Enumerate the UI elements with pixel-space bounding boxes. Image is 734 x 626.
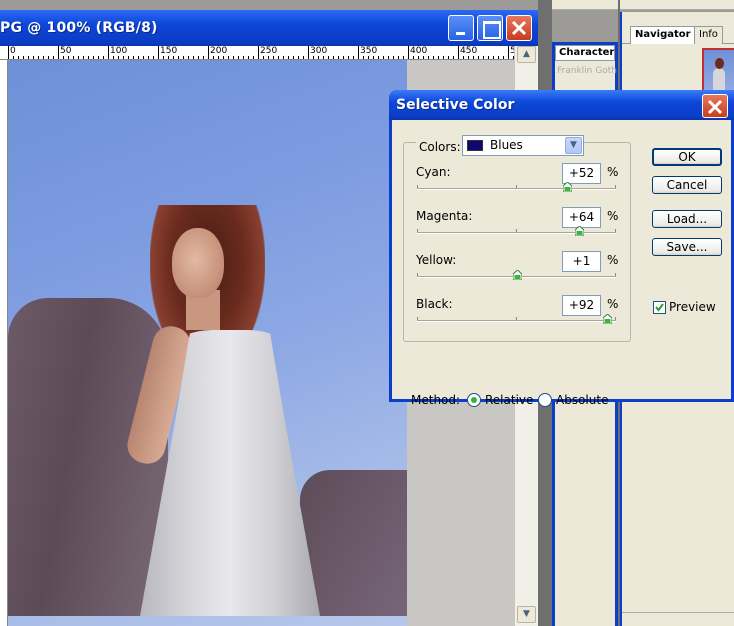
ruler-label: 450 <box>460 46 478 56</box>
chevron-down-icon[interactable]: ▼ <box>565 137 582 154</box>
slider-thumb[interactable] <box>562 181 573 193</box>
slider-thumb[interactable] <box>512 269 523 281</box>
close-button[interactable] <box>506 15 532 41</box>
thumbnail-head <box>715 58 724 69</box>
scroll-down-icon[interactable]: ▼ <box>517 606 536 623</box>
load-button[interactable]: Load... <box>652 210 722 228</box>
top-strip <box>538 0 734 10</box>
navigator-tabs: Navigator Info <box>622 26 734 44</box>
tab-navigator[interactable]: Navigator <box>630 26 696 44</box>
dialog-close-button[interactable] <box>702 94 728 118</box>
percent-sign: % <box>607 209 619 223</box>
slider-value-input[interactable]: +92 <box>562 295 601 316</box>
slider-thumb[interactable] <box>574 225 585 237</box>
slider-value-input[interactable]: +52 <box>562 163 601 184</box>
navigator-footer <box>622 612 734 626</box>
document-title: PG @ 100% (RGB/8) <box>0 20 158 36</box>
slider-label: Yellow: <box>416 253 457 267</box>
ruler-label: 350 <box>360 46 378 56</box>
scroll-up-icon[interactable]: ▲ <box>517 46 536 63</box>
checkmark-icon <box>655 303 664 312</box>
method-relative-radio[interactable] <box>467 393 481 407</box>
ruler-tick <box>108 46 109 59</box>
slider-tick <box>615 273 616 276</box>
selective-color-dialog: Selective Color Colors: Blues ▼ Cyan: +52… <box>389 90 734 407</box>
percent-sign: % <box>607 165 619 179</box>
slider-label: Cyan: <box>416 165 451 179</box>
ruler-tick <box>458 46 459 59</box>
colors-value: Blues <box>490 138 523 152</box>
slider-track[interactable] <box>417 313 616 325</box>
preview-checkbox[interactable] <box>653 301 666 314</box>
slider-value-input[interactable]: +1 <box>562 251 601 272</box>
horizontal-ruler: 0501001502002503003504004505 <box>0 46 514 60</box>
colors-swatch <box>467 140 483 151</box>
slider-thumb[interactable] <box>602 313 613 325</box>
ruler-tick <box>8 46 9 59</box>
photoshop-workspace: PG @ 100% (RGB/8) 0 50 100 150 200 250 300 350 4… <box>0 0 734 626</box>
ruler-tick <box>158 46 159 59</box>
percent-sign: % <box>607 297 619 311</box>
slider-track[interactable] <box>417 269 616 281</box>
cancel-button[interactable]: Cancel <box>652 176 722 194</box>
ok-button[interactable]: OK <box>652 148 722 166</box>
colors-label: Colors: <box>416 140 464 154</box>
slider-tick <box>417 229 418 232</box>
preview-label: Preview <box>669 300 716 314</box>
slider-value-input[interactable]: +64 <box>562 207 601 228</box>
slider-tick <box>417 185 418 188</box>
ruler-tick <box>308 46 309 59</box>
slider-label: Magenta: <box>416 209 473 223</box>
ruler-label: 150 <box>160 46 178 56</box>
face <box>172 228 224 298</box>
percent-sign: % <box>607 253 619 267</box>
method-absolute-radio[interactable] <box>538 393 552 407</box>
save-button[interactable]: Save... <box>652 238 722 256</box>
tab-character[interactable]: Character <box>555 45 615 61</box>
font-name: Franklin Goth <box>557 66 617 76</box>
method-label: Method: <box>411 393 461 407</box>
slider-tick <box>417 317 418 320</box>
slider-tick <box>615 317 616 320</box>
slider-tick <box>516 229 517 232</box>
slider-tick <box>417 273 418 276</box>
ruler-label: 100 <box>110 46 128 56</box>
ruler-label: 200 <box>210 46 228 56</box>
ruler-label: 250 <box>260 46 278 56</box>
ruler-tick <box>358 46 359 59</box>
vertical-ruler <box>0 60 8 626</box>
document-titlebar[interactable]: PG @ 100% (RGB/8) <box>0 10 538 46</box>
method-relative-label: Relative <box>485 393 534 407</box>
ruler-label: 400 <box>410 46 428 56</box>
tab-info[interactable]: Info <box>694 26 723 44</box>
close-icon <box>707 99 723 115</box>
ruler-tick <box>208 46 209 59</box>
method-absolute-label: Absolute <box>556 393 609 407</box>
ruler-tick <box>408 46 409 59</box>
slider-tick <box>615 229 616 232</box>
ruler-label: 50 <box>60 46 72 56</box>
ruler-label: 300 <box>310 46 328 56</box>
close-icon <box>511 20 527 36</box>
ruler-tick <box>258 46 259 59</box>
slider-track[interactable] <box>417 181 616 193</box>
ruler-label: 0 <box>10 46 16 56</box>
dialog-titlebar[interactable]: Selective Color <box>389 90 734 120</box>
dialog-title: Selective Color <box>396 97 515 113</box>
slider-tick <box>516 317 517 320</box>
slider-tick <box>516 185 517 188</box>
dialog-body: Colors: Blues ▼ Cyan: +52% Magenta: +64% Yel… <box>392 120 731 407</box>
colors-select[interactable]: Blues ▼ <box>462 135 584 156</box>
ruler-tick <box>58 46 59 59</box>
maximize-button[interactable] <box>477 15 503 41</box>
minimize-button[interactable] <box>448 15 474 41</box>
slider-track[interactable] <box>417 225 616 237</box>
slider-tick <box>615 185 616 188</box>
ruler-tick <box>508 46 509 59</box>
slider-label: Black: <box>416 297 453 311</box>
